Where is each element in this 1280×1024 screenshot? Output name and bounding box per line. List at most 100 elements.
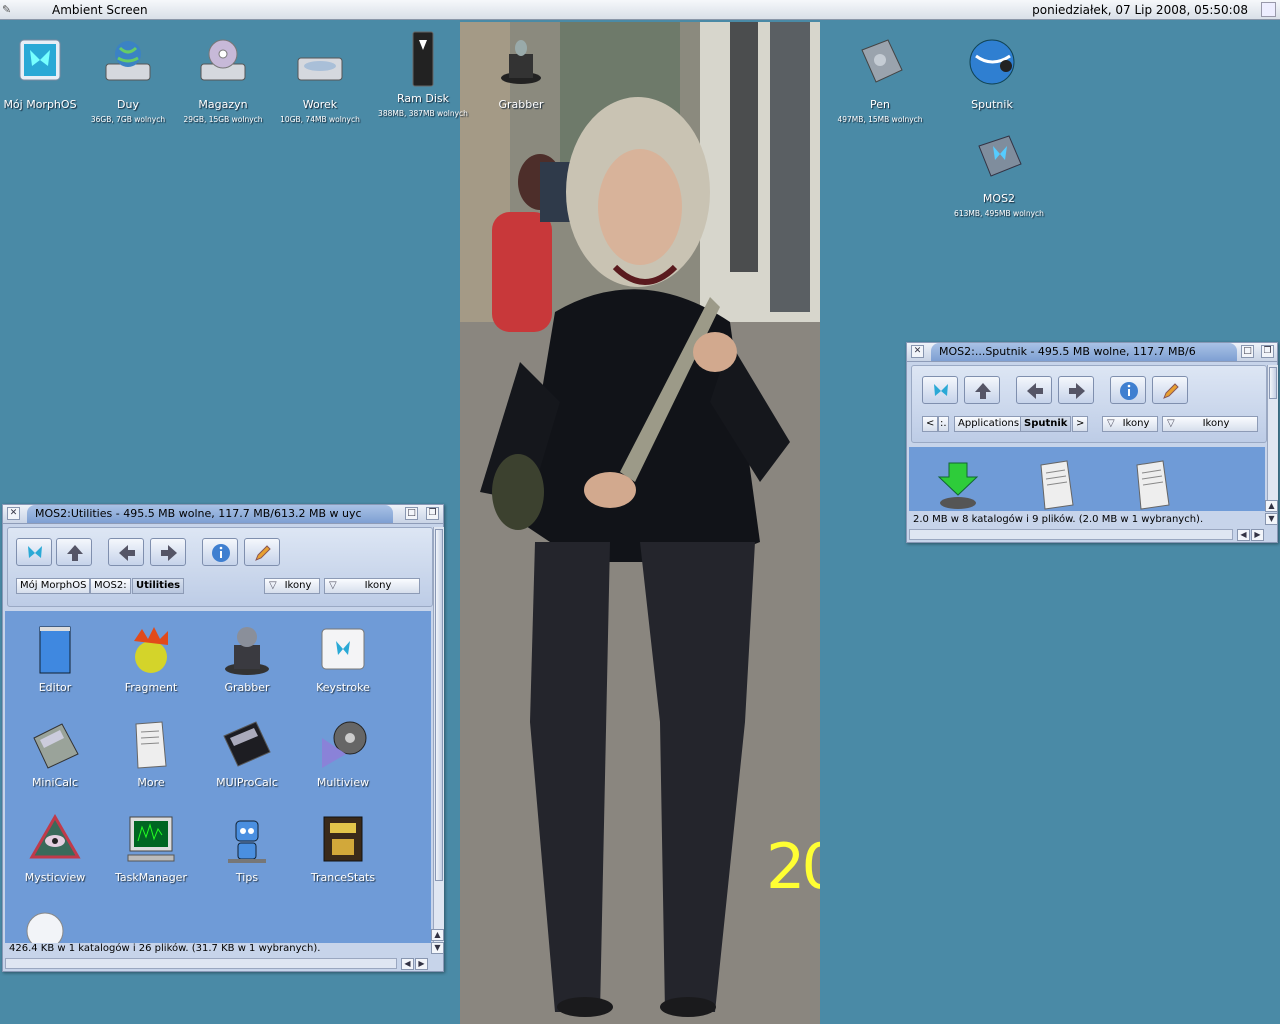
scroll-left-arrow-icon[interactable]: ◀ <box>401 958 414 970</box>
disc-icon <box>26 912 64 943</box>
file-icon-muiprocalc[interactable]: MUIProCalc <box>199 718 295 789</box>
keycap-icon <box>316 623 370 677</box>
forward-arrow-icon[interactable] <box>1058 376 1094 404</box>
morphos-logo-icon[interactable]: ✎ <box>2 3 18 17</box>
back-arrow-icon[interactable] <box>108 538 144 566</box>
file-icon-multiview[interactable]: Multiview <box>295 718 391 789</box>
desktop-icon-label: Ram Disk <box>397 92 449 105</box>
window-title: MOS2:...Sputnik - 495.5 MB wolne, 117.7 … <box>931 343 1237 361</box>
scroll-knob[interactable] <box>435 529 443 881</box>
file-icon-trancestats[interactable]: TranceStats <box>295 813 391 884</box>
file-icon-keystroke[interactable]: Keystroke <box>295 623 391 694</box>
path-button-mos2[interactable]: MOS2: <box>90 578 131 594</box>
desktop-icon-sputnik[interactable]: Sputnik <box>942 36 1042 111</box>
scroll-right-arrow-icon[interactable]: ▶ <box>415 958 428 970</box>
path-ellipsis-button[interactable]: :. <box>938 416 949 432</box>
view-mode-cycle[interactable]: ▽ Ikony <box>1102 416 1158 432</box>
trance-box-icon <box>316 813 370 867</box>
desktop-icon-pen[interactable]: Pen 497MB, 15MB wolnych <box>830 36 930 124</box>
document-icon <box>1040 460 1074 510</box>
desktop-icon-label: Grabber <box>498 98 544 111</box>
window-title-bar[interactable]: ✕ MOS2:Utilities - 495.5 MB wolne, 117.7… <box>3 505 443 524</box>
horizontal-scrollbar[interactable] <box>5 958 397 969</box>
back-arrow-icon[interactable] <box>1016 376 1052 404</box>
file-icon-grabber[interactable]: Grabber <box>199 623 295 694</box>
close-window-button[interactable]: ✕ <box>7 507 20 520</box>
window-title: MOS2:Utilities - 495.5 MB wolne, 117.7 M… <box>27 505 393 523</box>
iconify-button[interactable]: □ <box>1241 345 1254 358</box>
sputnik-window[interactable]: ✕ MOS2:...Sputnik - 495.5 MB wolne, 117.… <box>906 342 1278 543</box>
desktop-icon-magazyn[interactable]: Magazyn 29GB, 15GB wolnych <box>173 36 273 124</box>
window-title-bar[interactable]: ✕ MOS2:...Sputnik - 495.5 MB wolne, 117.… <box>907 343 1277 362</box>
path-button-sputnik[interactable]: Sputnik <box>1020 416 1072 432</box>
file-icon-fragment[interactable]: Fragment <box>103 623 199 694</box>
vertical-scrollbar[interactable] <box>1267 365 1278 511</box>
window-toolbar: Mój MorphOS MOS2: Utilities ▽ Ikony ▽ Ikon… <box>7 527 433 607</box>
scroll-down-arrow-icon[interactable]: ▼ <box>431 942 444 954</box>
sort-mode-cycle[interactable]: ▽ Ikony <box>324 578 420 594</box>
parent-up-arrow-icon[interactable] <box>56 538 92 566</box>
file-icon-mysticview[interactable]: Mysticview <box>7 813 103 884</box>
view-mode-cycle[interactable]: ▽ Ikony <box>264 578 320 594</box>
desktop-icon-ram-disk[interactable]: Ram Disk 388MB, 387MB wolnych <box>373 30 473 118</box>
desktop-icon-mos2[interactable]: MOS2 613MB, 495MB wolnych <box>949 130 1049 218</box>
close-window-button[interactable]: ✕ <box>911 345 924 358</box>
desktop-icon-duy[interactable]: Duy 36GB, 7GB wolnych <box>78 36 178 124</box>
parent-up-arrow-icon[interactable] <box>964 376 1000 404</box>
file-icon-install[interactable] <box>935 461 981 511</box>
status-bar: 2.0 MB w 8 katalogów i 9 plików. (2.0 MB… <box>913 514 1204 525</box>
scroll-left-arrow-icon[interactable]: ◀ <box>1237 529 1250 541</box>
scroll-right-arrow-icon[interactable]: ▶ <box>1251 529 1264 541</box>
info-icon[interactable] <box>202 538 238 566</box>
path-button-moj-morphos[interactable]: Mój MorphOS <box>16 578 91 594</box>
exploding-ball-icon <box>124 623 178 677</box>
file-icon-editor[interactable]: Editor <box>7 623 103 694</box>
depth-button[interactable]: ❐ <box>426 507 439 520</box>
forward-arrow-icon[interactable] <box>150 538 186 566</box>
desktop-icon-worek[interactable]: Worek 10GB, 74MB wolnych <box>270 36 370 124</box>
desktop-icon-size: 10GB, 74MB wolnych <box>280 115 360 124</box>
harddisk-icon <box>294 36 346 88</box>
path-button-utilities[interactable]: Utilities <box>132 578 185 594</box>
sputnik-globe-icon <box>966 36 1018 88</box>
ram-chip-icon <box>397 30 449 88</box>
icon-area[interactable]: Editor Fragment Grabber Keystroke MiniCa… <box>5 611 431 943</box>
root-butterfly-icon[interactable] <box>922 376 958 404</box>
vertical-scrollbar[interactable] <box>433 527 444 949</box>
scroll-down-arrow-icon[interactable]: ▼ <box>1265 513 1278 525</box>
desktop-icon-size: 36GB, 7GB wolnych <box>90 115 166 124</box>
file-icon-document[interactable] <box>1129 459 1175 511</box>
window-toolbar: < :. Applications Sputnik > ▽ Ikony ▽ Ikon… <box>911 365 1267 443</box>
screen-depth-button[interactable] <box>1261 2 1276 17</box>
download-arrow-icon <box>937 462 979 509</box>
harddisk-cd-icon <box>197 36 249 88</box>
info-icon[interactable] <box>1110 376 1146 404</box>
iconify-button[interactable]: □ <box>405 507 418 520</box>
icon-area[interactable] <box>909 447 1265 511</box>
path-button-applications[interactable]: Applications <box>954 416 1024 432</box>
path-prev-button[interactable]: < <box>922 416 939 432</box>
file-icon-taskmanager[interactable]: TaskManager <box>103 813 199 884</box>
file-icon-document[interactable] <box>1033 459 1079 511</box>
scroll-knob[interactable] <box>1269 367 1277 399</box>
scroll-up-arrow-icon[interactable]: ▲ <box>431 929 444 941</box>
file-icon-tips[interactable]: Tips <box>199 813 295 884</box>
sort-mode-cycle[interactable]: ▽ Ikony <box>1162 416 1258 432</box>
utilities-window[interactable]: ✕ MOS2:Utilities - 495.5 MB wolne, 117.7… <box>2 504 444 972</box>
depth-button[interactable]: ❐ <box>1261 345 1274 358</box>
path-next-button[interactable]: > <box>1072 416 1089 432</box>
desktop-icon-label: Pen <box>870 98 890 111</box>
file-icon-more[interactable]: More <box>103 718 199 789</box>
cycle-triangle-icon: ▽ <box>1107 418 1115 429</box>
harddisk-globe-icon <box>102 36 154 88</box>
root-butterfly-icon[interactable] <box>16 538 52 566</box>
partial-file-icon[interactable] <box>25 909 65 943</box>
desktop-icon-size: 388MB, 387MB wolnych <box>378 109 468 118</box>
desktop-icon-moj-morphos[interactable]: Mój MorphOS <box>0 36 90 111</box>
file-icon-minicalc[interactable]: MiniCalc <box>7 718 103 789</box>
rename-pencil-icon[interactable] <box>1152 376 1188 404</box>
rename-pencil-icon[interactable] <box>244 538 280 566</box>
horizontal-scrollbar[interactable] <box>909 529 1233 540</box>
scroll-up-arrow-icon[interactable]: ▲ <box>1265 500 1278 512</box>
desktop-icon-grabber[interactable]: Grabber <box>471 36 571 111</box>
